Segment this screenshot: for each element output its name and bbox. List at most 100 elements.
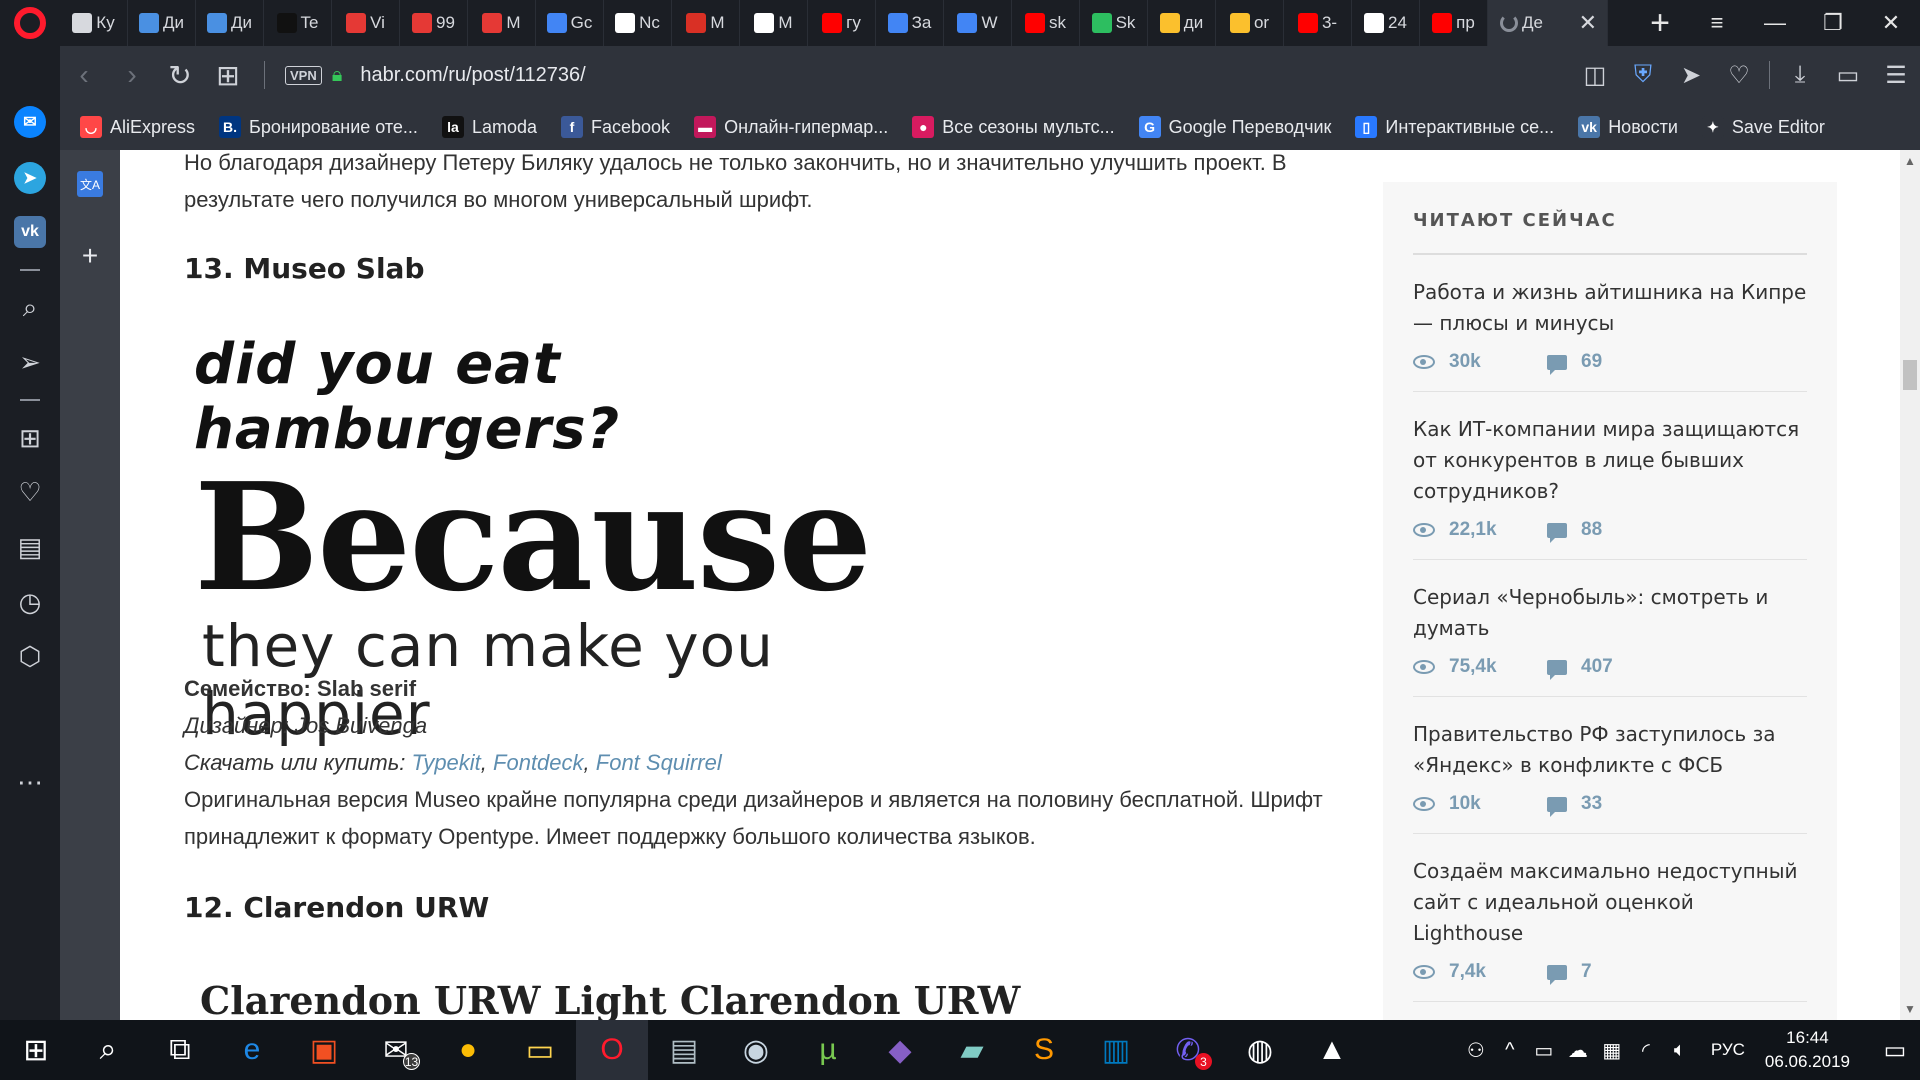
browser-tab[interactable]: Ку	[60, 0, 128, 46]
speed-dial-button[interactable]: ⊞	[204, 51, 252, 99]
tray-expand-icon[interactable]: ^	[1493, 1039, 1527, 1062]
bookmark-item[interactable]: vk Новости	[1578, 116, 1678, 138]
browser-tab[interactable]: W	[944, 0, 1012, 46]
browser-tab[interactable]: За	[876, 0, 944, 46]
browser-tab[interactable]: Sk	[1080, 0, 1148, 46]
comments-count[interactable]: 7	[1581, 961, 1592, 983]
notes-icon[interactable]: ▰	[936, 1020, 1008, 1080]
utorrent-icon[interactable]: µ	[792, 1020, 864, 1080]
comments-count[interactable]: 88	[1581, 519, 1602, 541]
language-indicator[interactable]: РУС	[1711, 1040, 1745, 1060]
restore-button[interactable]: ❐	[1804, 0, 1862, 46]
bookmark-item[interactable]: ● Все сезоны мультс...	[912, 116, 1115, 138]
comments-count[interactable]: 33	[1581, 793, 1602, 815]
trello-icon[interactable]: ▥	[1080, 1020, 1152, 1080]
bookmark-item[interactable]: B. Бронирование оте...	[219, 116, 418, 138]
scanner-icon[interactable]: ▤	[648, 1020, 720, 1080]
battery-saver-icon[interactable]: ▭	[1824, 61, 1872, 90]
battery-tray-icon[interactable]: ▭	[1527, 1038, 1561, 1063]
clock[interactable]: 16:44 06.06.2019	[1765, 1026, 1850, 1074]
bookmark-item[interactable]: la Lamoda	[441, 116, 537, 138]
more-dots-icon[interactable]: ⋯	[0, 762, 60, 802]
bookmark-item[interactable]: ✦ Save Editor	[1701, 116, 1825, 138]
opera-menu-button[interactable]	[0, 0, 60, 46]
scroll-down-arrow-icon[interactable]: ▼	[1900, 1000, 1920, 1018]
bookmark-item[interactable]: f Facebook	[561, 116, 670, 138]
heart-icon[interactable]: ♡	[1715, 61, 1763, 90]
bookmark-item[interactable]: ◡ AliExpress	[80, 116, 195, 138]
browser-tab[interactable]: Ди	[128, 0, 196, 46]
browser-tab[interactable]: пр	[1420, 0, 1488, 46]
photos-icon[interactable]: ▲	[1296, 1020, 1368, 1080]
keyboard-tray-icon[interactable]: ▦	[1595, 1038, 1629, 1063]
edge-icon[interactable]: e	[216, 1020, 288, 1080]
comments-count[interactable]: 69	[1581, 351, 1602, 373]
close-tab-icon[interactable]: ✕	[1579, 10, 1597, 36]
browser-tab[interactable]: гу	[808, 0, 876, 46]
github-icon[interactable]: ◍	[1224, 1020, 1296, 1080]
scroll-thumb[interactable]	[1903, 360, 1917, 390]
comments-count[interactable]: 407	[1581, 656, 1613, 678]
start-button[interactable]: ⊞	[0, 1020, 72, 1080]
url-field[interactable]: habr.com/ru/post/112736/	[360, 64, 1571, 87]
reading-now-link[interactable]: Правительство РФ заступилось за «Яндекс»…	[1413, 719, 1807, 781]
easy-setup-icon[interactable]: ☰	[1872, 61, 1920, 90]
lock-icon[interactable]: 🔒︎	[332, 64, 343, 87]
browser-tab[interactable]: Gc	[536, 0, 604, 46]
tab-menu-icon[interactable]: ≡	[1688, 0, 1746, 46]
cortana-search-icon[interactable]: ⌕	[72, 1020, 144, 1080]
visual-studio-icon[interactable]: ◆	[864, 1020, 936, 1080]
chrome-icon[interactable]: ●	[432, 1020, 504, 1080]
bookmark-item[interactable]: ▬ Онлайн-гипермар...	[694, 116, 888, 138]
mail-icon[interactable]: ✉ 13	[360, 1020, 432, 1080]
wifi-icon[interactable]: ◜	[1629, 1038, 1663, 1063]
browser-tab[interactable]: Te	[264, 0, 332, 46]
camera-icon[interactable]: ◫	[1571, 61, 1619, 90]
extensions-cube-icon[interactable]: ⬡	[0, 636, 60, 676]
link-fontdeck[interactable]: Fontdeck	[493, 750, 584, 775]
vpn-badge[interactable]: VPN	[285, 65, 322, 85]
link-font-squirrel[interactable]: Font Squirrel	[596, 750, 722, 775]
store-icon[interactable]: ▣	[288, 1020, 360, 1080]
volume-icon[interactable]: 🔈︎	[1663, 1039, 1697, 1062]
adblock-shield-icon[interactable]: ⛨	[1619, 61, 1667, 89]
search-icon[interactable]: ⌕	[0, 288, 60, 328]
scroll-up-arrow-icon[interactable]: ▲	[1900, 152, 1920, 170]
browser-tab[interactable]: 99	[400, 0, 468, 46]
reading-now-link[interactable]: Создаём максимально недоступный сайт с и…	[1413, 856, 1807, 949]
back-button[interactable]: ‹	[60, 51, 108, 99]
history-clock-icon[interactable]: ◷	[0, 582, 60, 622]
close-window-button[interactable]: ✕	[1862, 0, 1920, 46]
send-icon[interactable]: ➤	[1667, 61, 1715, 90]
bookmark-item[interactable]: G Google Переводчик	[1138, 116, 1331, 138]
browser-tab[interactable]: Ди	[196, 0, 264, 46]
browser-tab[interactable]: sk	[1012, 0, 1080, 46]
vk-button[interactable]: vk	[0, 212, 60, 252]
people-icon[interactable]: ⚇	[1459, 1038, 1493, 1063]
forward-button[interactable]: ›	[108, 51, 156, 99]
reading-now-link[interactable]: Как ИТ-компании мира защищаются от конку…	[1413, 414, 1807, 507]
translate-panel-button[interactable]: 文A	[60, 164, 120, 204]
browser-tab[interactable]: 24	[1352, 0, 1420, 46]
flow-send-icon[interactable]: ➢	[0, 342, 60, 382]
onedrive-icon[interactable]: ☁	[1561, 1038, 1595, 1063]
telegram-button[interactable]: ➤	[0, 158, 60, 198]
link-typekit[interactable]: Typekit	[412, 750, 481, 775]
new-tab-button[interactable]: +	[1632, 0, 1688, 46]
browser-tab[interactable]: Vi	[332, 0, 400, 46]
speed-dial-icon[interactable]: ⊞	[0, 418, 60, 458]
reload-button[interactable]: ↻	[156, 51, 204, 99]
reading-now-link[interactable]: Работа и жизнь айтишника на Кипре — плюс…	[1413, 277, 1807, 339]
viber-icon[interactable]: ✆ 3	[1152, 1020, 1224, 1080]
browser-tab[interactable]: ди	[1148, 0, 1216, 46]
browser-tab[interactable]: 3-	[1284, 0, 1352, 46]
bookmarks-heart-icon[interactable]: ♡	[0, 472, 60, 512]
action-center-icon[interactable]: ▭	[1870, 1036, 1920, 1065]
steam-icon[interactable]: ◉	[720, 1020, 792, 1080]
browser-tab[interactable]: M	[740, 0, 808, 46]
page-scrollbar[interactable]: ▲ ▼	[1900, 150, 1920, 1020]
explorer-icon[interactable]: ▭	[504, 1020, 576, 1080]
reading-now-link[interactable]: Сериал «Чернобыль»: смотреть и думать	[1413, 582, 1807, 644]
task-view-icon[interactable]: ⧉	[144, 1020, 216, 1080]
active-browser-tab[interactable]: Де ✕	[1488, 0, 1608, 46]
